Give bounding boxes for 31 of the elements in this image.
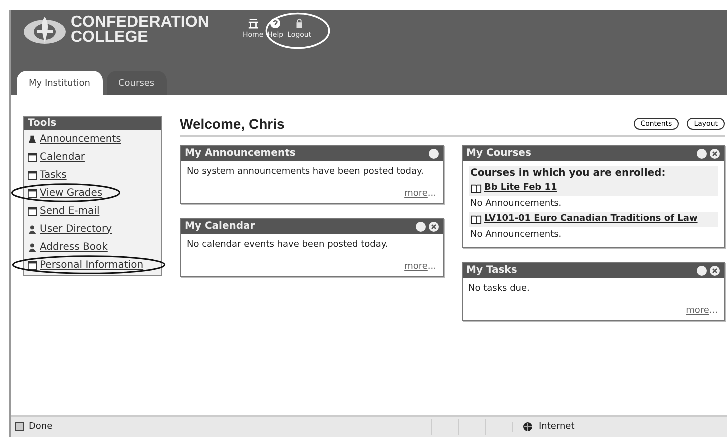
zone-text: Internet: [539, 422, 575, 432]
course-note: No Announcements.: [470, 198, 563, 211]
tool-link[interactable]: Address Book: [40, 242, 108, 252]
panel-title: Tools: [24, 117, 161, 130]
more-link[interactable]: more: [686, 306, 710, 316]
module-title: My Calendar: [185, 221, 256, 232]
module-title: My Courses: [466, 148, 532, 159]
tool-link[interactable]: Send E-mail: [40, 206, 100, 216]
more-link[interactable]: more: [404, 189, 428, 199]
logo-text: COLLEGE: [71, 30, 150, 45]
ellipsis-text: ...: [428, 189, 436, 199]
module-title: My Tasks: [466, 265, 518, 276]
ellipsis-text: ...: [709, 306, 718, 316]
tool-link[interactable]: Tasks: [40, 170, 67, 180]
course-note: No Announcements.: [470, 229, 563, 242]
tool-link[interactable]: Calendar: [40, 152, 85, 162]
courses-heading: Courses in which you are enrolled:: [468, 166, 718, 181]
tab[interactable]: My Institution: [17, 71, 103, 95]
more-link[interactable]: more: [404, 262, 428, 272]
welcome-heading: Welcome, Chris: [180, 116, 285, 132]
tool-link[interactable]: Announcements: [40, 134, 122, 144]
tool-link[interactable]: User Directory: [40, 224, 112, 234]
status-text: Done: [29, 422, 54, 432]
module-text: No calendar events have been posted today.: [187, 239, 390, 252]
course-link[interactable]: Bb Lite Feb 11: [484, 183, 558, 193]
module-title: My Announcements: [185, 148, 296, 159]
ellipsis-text: ...: [428, 262, 436, 272]
module-text: No system announcements have been posted today.: [187, 166, 425, 179]
tab[interactable]: Courses: [106, 71, 167, 95]
module-text: No tasks due.: [468, 283, 531, 296]
logo-text: CONFEDERATION: [71, 15, 210, 30]
